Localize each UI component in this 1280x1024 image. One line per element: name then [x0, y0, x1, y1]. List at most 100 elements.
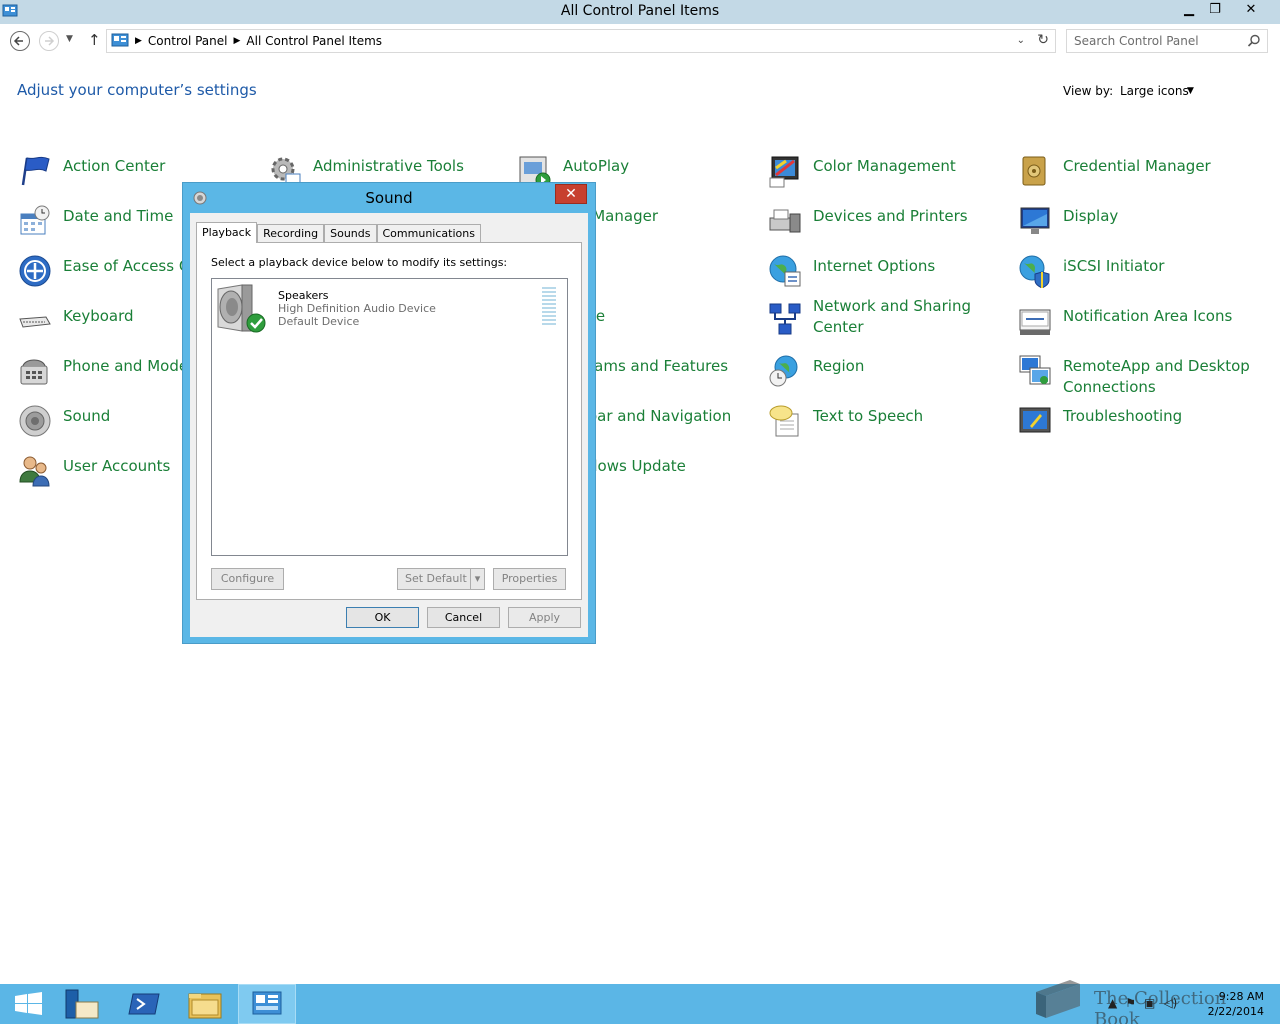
- configure-button[interactable]: Configure: [211, 568, 284, 590]
- properties-button[interactable]: Properties: [493, 568, 566, 590]
- item-iscsi-initiator[interactable]: iSCSI Initiator: [1018, 254, 1258, 298]
- breadcrumb-control-panel[interactable]: Control Panel: [148, 34, 228, 48]
- item-troubleshooting[interactable]: Troubleshooting: [1018, 404, 1258, 448]
- breadcrumb: ▶ Control Panel ▶ All Control Panel Item…: [135, 34, 382, 48]
- playback-panel: Select a playback device below to modify…: [196, 242, 582, 600]
- item-credential-manager[interactable]: Credential Manager: [1018, 154, 1258, 198]
- item-label: se: [588, 307, 606, 325]
- users-icon: [19, 456, 50, 487]
- item-label: Network and Sharing Center: [813, 297, 971, 336]
- taskbar-server-manager[interactable]: [54, 984, 112, 1024]
- dialog-body: Playback Recording Sounds Communications…: [190, 213, 588, 637]
- accessibility-icon: [19, 255, 51, 287]
- start-button[interactable]: [0, 984, 58, 1024]
- window-title: All Control Panel Items: [560, 3, 720, 19]
- item-display[interactable]: Display: [1018, 204, 1258, 248]
- item-label: Notification Area Icons: [1063, 307, 1233, 325]
- back-button[interactable]: [10, 31, 30, 51]
- address-row: ▼ ↑ ▶ Control Panel ▶ All Control Panel …: [0, 26, 1280, 56]
- speaker-device-icon: [217, 284, 266, 333]
- sound-dialog[interactable]: Sound ✕ Playback Recording Sounds Commun…: [182, 182, 596, 644]
- minimize-button[interactable]: ▁: [1176, 0, 1202, 20]
- ok-button[interactable]: OK: [346, 607, 419, 628]
- taskbar-control-panel[interactable]: [238, 984, 296, 1024]
- tab-playback[interactable]: Playback: [196, 222, 258, 243]
- book-icon: [1036, 980, 1080, 1018]
- forward-button[interactable]: [39, 31, 59, 51]
- network-icon: [769, 303, 801, 335]
- folder-icon: [188, 993, 222, 1019]
- device-name: Speakers: [278, 289, 329, 302]
- list-item-speakers[interactable]: Speakers High Definition Audio Device De…: [214, 283, 564, 335]
- device-status: Default Device: [278, 315, 360, 328]
- breadcrumb-separator-icon[interactable]: ▶: [234, 36, 241, 46]
- dialog-title: Sound: [365, 189, 413, 207]
- item-label: Color Management: [813, 157, 956, 175]
- set-default-button[interactable]: Set Default: [397, 568, 471, 590]
- caret-down-icon[interactable]: ▼: [1187, 86, 1194, 96]
- item-label: Troubleshooting: [1063, 407, 1183, 425]
- cancel-button[interactable]: Cancel: [427, 607, 500, 628]
- tab-strip: Playback Recording Sounds Communications: [196, 222, 481, 243]
- item-region[interactable]: Region: [768, 354, 1008, 398]
- item-notification-area-icons[interactable]: Notification Area Icons: [1018, 304, 1258, 348]
- item-label: Action Center: [63, 157, 166, 175]
- breadcrumb-separator-icon[interactable]: ▶: [135, 36, 142, 46]
- device-description: High Definition Audio Device: [278, 302, 436, 315]
- watermark-text: The Collection Book: [1094, 988, 1227, 1024]
- globe-icon: [769, 255, 801, 287]
- search-input[interactable]: [1074, 34, 1244, 48]
- arrow-left-icon: [13, 36, 23, 46]
- close-button[interactable]: ✕: [1228, 0, 1274, 20]
- page-title: Adjust your computer’s settings: [17, 81, 257, 99]
- remote-desktop-icon: [1019, 355, 1051, 385]
- item-label: dows Update: [588, 457, 686, 475]
- monitor-icon: [1020, 207, 1050, 234]
- item-label: RemoteApp and Desktop Connections: [1063, 357, 1250, 396]
- address-bar[interactable]: ▶ Control Panel ▶ All Control Panel Item…: [106, 29, 1056, 53]
- arrow-right-icon: [45, 36, 55, 46]
- recent-locations-chevron-icon[interactable]: ▼: [66, 34, 73, 44]
- view-by-label: View by:: [1063, 84, 1114, 98]
- powershell-icon: [128, 993, 160, 1015]
- tab-recording[interactable]: Recording: [257, 224, 325, 243]
- restore-button[interactable]: ❐: [1202, 0, 1228, 20]
- color-management-icon: [769, 156, 799, 188]
- calendar-clock-icon: [20, 205, 50, 235]
- up-arrow-icon[interactable]: ↑: [88, 31, 101, 49]
- item-label: ce Manager: [570, 207, 658, 225]
- set-default-dropdown-icon[interactable]: ▾: [470, 568, 485, 590]
- item-label: Text to Speech: [813, 407, 924, 425]
- view-by-dropdown[interactable]: Large icons: [1120, 84, 1189, 98]
- tab-sounds[interactable]: Sounds: [324, 224, 377, 243]
- dialog-close-button[interactable]: ✕: [555, 184, 587, 204]
- windows-logo-icon: [15, 992, 42, 1015]
- breadcrumb-all-items[interactable]: All Control Panel Items: [246, 34, 382, 48]
- keyboard-icon: [19, 316, 51, 328]
- search-box[interactable]: [1066, 29, 1268, 53]
- apply-button[interactable]: Apply: [508, 607, 581, 628]
- item-windows-update[interactable]: dows Update: [588, 454, 828, 498]
- region-clock-icon: [769, 355, 798, 387]
- item-devices-and-printers[interactable]: Devices and Printers: [768, 204, 1008, 248]
- window-titlebar[interactable]: All Control Panel Items ▁ ❐ ✕: [0, 0, 1280, 24]
- item-color-management[interactable]: Color Management: [768, 154, 1008, 198]
- flag-icon: [21, 156, 50, 186]
- refresh-icon[interactable]: ↻: [1037, 32, 1049, 48]
- device-list[interactable]: Speakers High Definition Audio Device De…: [211, 278, 568, 556]
- tab-communications[interactable]: Communications: [376, 224, 481, 243]
- item-internet-options[interactable]: Internet Options: [768, 254, 1008, 298]
- item-text-to-speech[interactable]: Text to Speech: [768, 404, 1008, 448]
- taskbar-powershell[interactable]: [116, 984, 174, 1024]
- taskbar-file-explorer[interactable]: [176, 984, 234, 1024]
- item-network-and-sharing[interactable]: Network and Sharing Center: [768, 294, 1008, 338]
- globe-shield-icon: [1019, 255, 1050, 288]
- address-dropdown-icon[interactable]: ⌄: [1017, 35, 1025, 46]
- troubleshooting-icon: [1019, 407, 1051, 433]
- volume-meter: [542, 287, 556, 329]
- item-label: Internet Options: [813, 257, 936, 275]
- speaker-icon: [19, 405, 51, 437]
- search-icon[interactable]: [1247, 34, 1261, 48]
- item-remoteapp[interactable]: RemoteApp and Desktop Connections: [1018, 354, 1258, 398]
- instruction-text: Select a playback device below to modify…: [211, 256, 508, 269]
